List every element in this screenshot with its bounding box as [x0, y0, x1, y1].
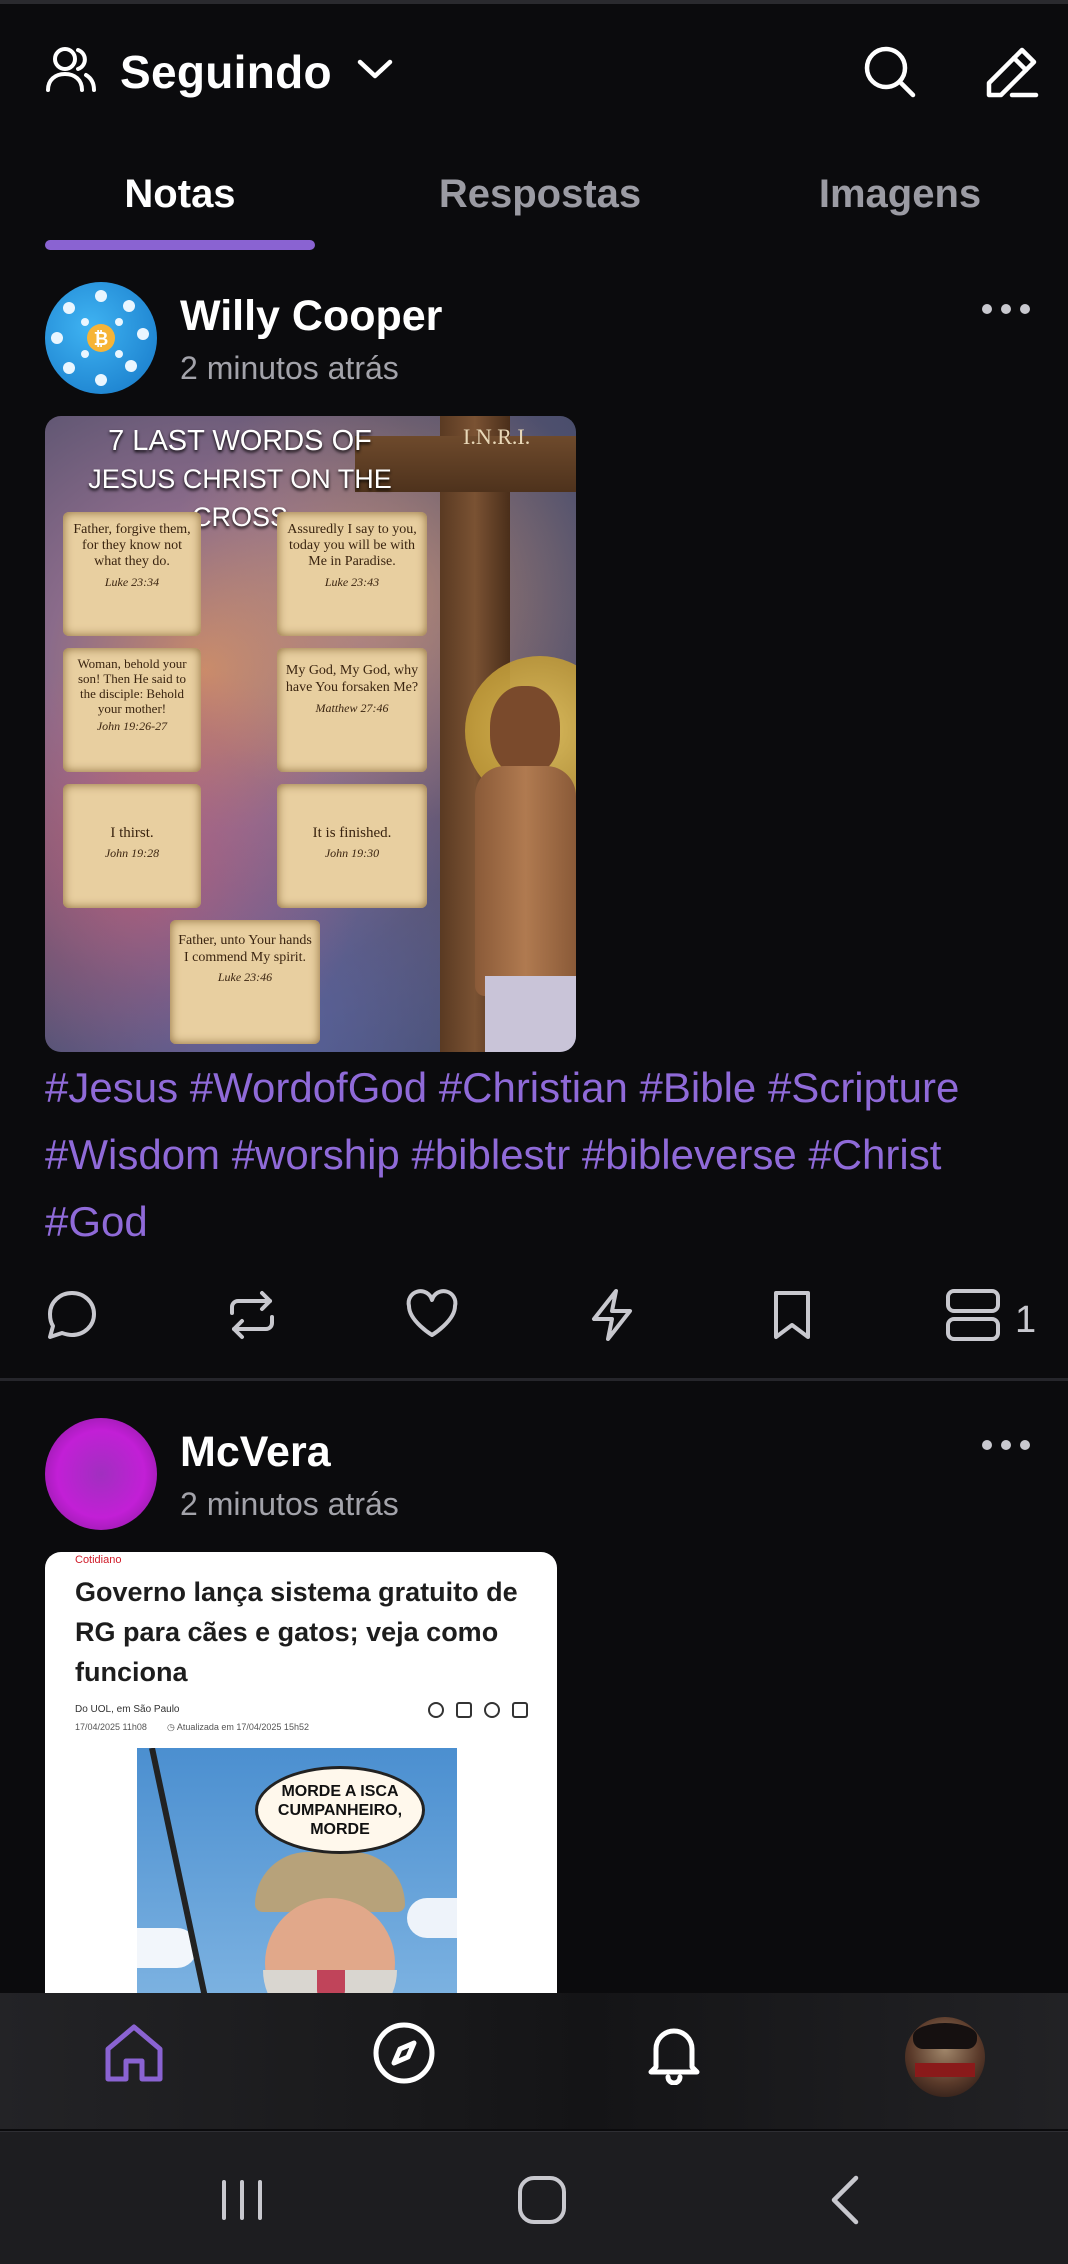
relay-count: 1 — [1015, 1299, 1037, 1341]
home-icon[interactable] — [102, 2021, 166, 2090]
heart-icon[interactable] — [404, 1287, 460, 1348]
reply-icon[interactable] — [44, 1287, 100, 1348]
more-options-icon[interactable] — [982, 1440, 1030, 1450]
system-navigation-bar — [0, 2131, 1068, 2264]
scroll-card: Assuredly I say to you, today you will b… — [277, 512, 427, 636]
svg-text:₿: ₿ — [94, 329, 109, 349]
post-image[interactable]: Cotidiano Governo lança sistema gratuito… — [45, 1552, 557, 1993]
bookmark-icon[interactable] — [764, 1287, 820, 1348]
zap-icon[interactable] — [584, 1287, 640, 1348]
post-actions: 1 — [0, 1287, 1068, 1357]
article-section: Cotidiano — [75, 1554, 122, 1566]
post-divider — [0, 1378, 1068, 1381]
recent-apps-icon[interactable] — [214, 2172, 270, 2233]
relays-icon[interactable] — [944, 1287, 1004, 1348]
scroll-card: Woman, behold your son! Then He said to … — [63, 648, 201, 772]
more-options-icon[interactable] — [982, 304, 1030, 314]
post-time: 2 minutos atrás — [180, 350, 399, 386]
search-icon[interactable] — [862, 44, 918, 105]
article-updated: ◷ Atualizada em 17/04/2025 15h52 — [167, 1722, 309, 1732]
back-icon[interactable] — [820, 2172, 876, 2233]
repost-icon[interactable] — [224, 1287, 280, 1348]
scroll-card: It is finished. John 19:30 — [277, 784, 427, 908]
scroll-card: I thirst. John 19:28 — [63, 784, 201, 908]
users-icon — [44, 42, 98, 101]
chevron-down-icon — [356, 57, 394, 86]
share-icons — [428, 1702, 528, 1718]
speech-bubble: MORDE A ISCA CUMPANHEIRO, MORDE — [255, 1766, 425, 1854]
avatar[interactable]: ₿ — [45, 282, 157, 394]
tab-imagens[interactable]: Imagens — [765, 172, 1035, 217]
tab-respostas[interactable]: Respostas — [405, 172, 675, 217]
post-card: ₿ Willy Cooper 2 minutos atrás I.N.R.I. … — [0, 254, 1068, 1378]
author-name[interactable]: McVera — [180, 1428, 331, 1477]
feed-selector[interactable]: Seguindo — [44, 42, 394, 101]
tab-notas[interactable]: Notas — [45, 172, 315, 217]
home-button-icon[interactable] — [514, 2172, 570, 2233]
compose-icon[interactable] — [984, 44, 1040, 105]
post-card: McVera 2 minutos atrás Cotidiano Governo… — [0, 1390, 1068, 1993]
bell-icon[interactable] — [642, 2021, 706, 2090]
article-photo: MORDE A ISCA CUMPANHEIRO, MORDE — [137, 1748, 457, 1993]
article-byline: Do UOL, em São Paulo — [75, 1704, 180, 1715]
article-date: 17/04/2025 11h08 — [75, 1722, 147, 1732]
compass-icon[interactable] — [372, 2021, 436, 2090]
inri-label: I.N.R.I. — [463, 424, 531, 449]
active-tab-indicator — [45, 240, 315, 250]
post-time: 2 minutos atrás — [180, 1486, 399, 1522]
app-header: Seguindo — [0, 4, 1068, 138]
post-hashtags[interactable]: #Jesus #WordofGod #Christian #Bible #Scr… — [45, 1054, 1045, 1255]
scroll-card: My God, My God, why have You forsaken Me… — [277, 648, 427, 772]
author-name[interactable]: Willy Cooper — [180, 292, 442, 341]
scroll-card: Father, forgive them, for they know not … — [63, 512, 201, 636]
article-headline: Governo lança sistema gratuito de RG par… — [75, 1577, 518, 1687]
profile-avatar[interactable] — [905, 2017, 985, 2097]
post-image[interactable]: I.N.R.I. 7 LAST WORDS OF JESUS CHRIST ON… — [45, 416, 576, 1052]
avatar[interactable] — [45, 1418, 157, 1530]
bottom-navigation — [0, 1993, 1068, 2129]
feed-title: Seguindo — [120, 45, 332, 98]
image-title-line1: 7 LAST WORDS OF — [108, 425, 372, 457]
scroll-card: Father, unto Your hands I commend My spi… — [170, 920, 320, 1044]
feed-tabs: Notas Respostas Imagens — [0, 150, 1068, 254]
